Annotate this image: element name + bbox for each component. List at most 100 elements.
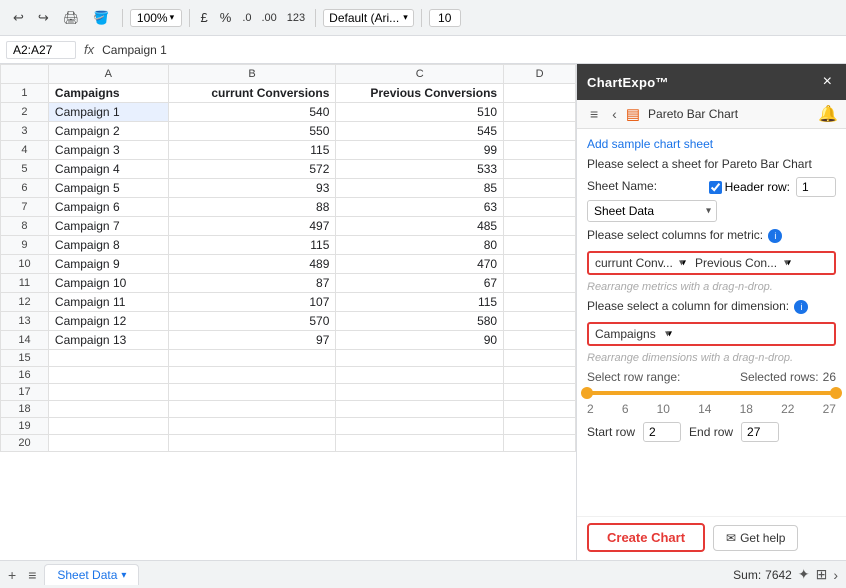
table-row[interactable]: 4Campaign 311599 [1, 141, 576, 160]
format-decimal-button[interactable]: .0 [239, 10, 254, 26]
table-row[interactable]: 2Campaign 1540510 [1, 103, 576, 122]
end-row-input[interactable] [741, 422, 779, 442]
cell-20-d[interactable] [504, 435, 576, 452]
print-button[interactable]: 🖨 [58, 7, 85, 29]
table-row[interactable]: 3Campaign 2550545 [1, 122, 576, 141]
cell-1-d[interactable] [504, 84, 576, 103]
cell-13-b[interactable]: 570 [168, 312, 336, 331]
metric-info-icon[interactable]: i [768, 229, 782, 243]
panel-menu-button[interactable]: ≡ [585, 104, 603, 124]
cell-13-c[interactable]: 580 [336, 312, 504, 331]
cell-1-c[interactable]: Previous Conversions [336, 84, 504, 103]
cell-10-c[interactable]: 470 [336, 255, 504, 274]
cell-3-c[interactable]: 545 [336, 122, 504, 141]
cell-3-b[interactable]: 550 [168, 122, 336, 141]
cell-6-d[interactable] [504, 179, 576, 198]
cell-4-d[interactable] [504, 141, 576, 160]
table-row[interactable]: 15 [1, 350, 576, 367]
table-row[interactable]: 11Campaign 108767 [1, 274, 576, 293]
cell-7-a[interactable]: Campaign 6 [48, 198, 168, 217]
metric-select-1[interactable]: currunt Conv... [595, 256, 689, 270]
slider-thumb-right[interactable] [830, 387, 842, 399]
cell-4-c[interactable]: 99 [336, 141, 504, 160]
cell-12-d[interactable] [504, 293, 576, 312]
panel-back-button[interactable]: ‹ [607, 104, 622, 124]
cell-17-c[interactable] [336, 384, 504, 401]
format-number-button[interactable]: 123 [284, 10, 308, 26]
redo-button[interactable]: ↪ [33, 7, 54, 29]
dimension-select[interactable]: Campaigns [595, 327, 675, 341]
cell-2-c[interactable]: 510 [336, 103, 504, 122]
cell-20-b[interactable] [168, 435, 336, 452]
sheets-icon-button[interactable]: ⊞ [816, 566, 828, 583]
cell-15-a[interactable] [48, 350, 168, 367]
cell-18-b[interactable] [168, 401, 336, 418]
cell-19-d[interactable] [504, 418, 576, 435]
table-row[interactable]: 5Campaign 4572533 [1, 160, 576, 179]
panel-close-button[interactable]: × [819, 73, 836, 91]
cell-18-a[interactable] [48, 401, 168, 418]
start-row-input[interactable] [643, 422, 681, 442]
cell-19-b[interactable] [168, 418, 336, 435]
cell-16-d[interactable] [504, 367, 576, 384]
table-row[interactable]: 10Campaign 9489470 [1, 255, 576, 274]
header-row-checkbox[interactable] [709, 181, 722, 194]
sheet-menu-button[interactable]: ≡ [24, 565, 40, 585]
cell-8-a[interactable]: Campaign 7 [48, 217, 168, 236]
cell-7-d[interactable] [504, 198, 576, 217]
cell-15-b[interactable] [168, 350, 336, 367]
cell-5-c[interactable]: 533 [336, 160, 504, 179]
table-row[interactable]: 14Campaign 139790 [1, 331, 576, 350]
cell-8-d[interactable] [504, 217, 576, 236]
cell-10-a[interactable]: Campaign 9 [48, 255, 168, 274]
cell-2-b[interactable]: 540 [168, 103, 336, 122]
table-row[interactable]: 17 [1, 384, 576, 401]
cell-9-c[interactable]: 80 [336, 236, 504, 255]
cell-20-a[interactable] [48, 435, 168, 452]
dimension-info-icon[interactable]: i [794, 300, 808, 314]
scroll-right-button[interactable]: › [833, 567, 838, 583]
sheet-table-wrap[interactable]: A B C D 1Campaignscurrunt ConversionsPre… [0, 64, 576, 560]
get-help-button[interactable]: ✉ Get help [713, 525, 798, 551]
explore-button[interactable]: ✦ [798, 566, 810, 583]
cell-1-a[interactable]: Campaigns [48, 84, 168, 103]
slider-wrap[interactable] [587, 386, 836, 400]
cell-12-a[interactable]: Campaign 11 [48, 293, 168, 312]
table-row[interactable]: 16 [1, 367, 576, 384]
cell-1-b[interactable]: currunt Conversions [168, 84, 336, 103]
table-row[interactable]: 6Campaign 59385 [1, 179, 576, 198]
cell-20-c[interactable] [336, 435, 504, 452]
cell-5-b[interactable]: 572 [168, 160, 336, 179]
cell-8-c[interactable]: 485 [336, 217, 504, 236]
cell-14-b[interactable]: 97 [168, 331, 336, 350]
font-selector[interactable]: Default (Ari... ▾ [323, 9, 414, 27]
table-row[interactable]: 7Campaign 68863 [1, 198, 576, 217]
slider-thumb-left[interactable] [581, 387, 593, 399]
format-paint-button[interactable]: 🪣 [88, 7, 114, 29]
cell-15-d[interactable] [504, 350, 576, 367]
cell-10-d[interactable] [504, 255, 576, 274]
cell-14-a[interactable]: Campaign 13 [48, 331, 168, 350]
cell-14-d[interactable] [504, 331, 576, 350]
cell-11-c[interactable]: 67 [336, 274, 504, 293]
cell-16-a[interactable] [48, 367, 168, 384]
table-row[interactable]: 8Campaign 7497485 [1, 217, 576, 236]
format-decimal2-button[interactable]: .00 [259, 10, 280, 26]
cell-11-d[interactable] [504, 274, 576, 293]
cell-3-a[interactable]: Campaign 2 [48, 122, 168, 141]
zoom-selector[interactable]: 100% ▾ [130, 9, 182, 27]
cell-reference[interactable]: A2:A27 [6, 41, 76, 59]
add-sheet-button[interactable]: + [4, 565, 20, 585]
cell-8-b[interactable]: 497 [168, 217, 336, 236]
cell-5-a[interactable]: Campaign 4 [48, 160, 168, 179]
create-chart-button[interactable]: Create Chart [587, 523, 705, 552]
cell-17-b[interactable] [168, 384, 336, 401]
cell-12-c[interactable]: 115 [336, 293, 504, 312]
cell-18-d[interactable] [504, 401, 576, 418]
cell-9-b[interactable]: 115 [168, 236, 336, 255]
table-row[interactable]: 12Campaign 11107115 [1, 293, 576, 312]
cell-9-a[interactable]: Campaign 8 [48, 236, 168, 255]
header-row-input[interactable] [796, 177, 836, 197]
table-row[interactable]: 13Campaign 12570580 [1, 312, 576, 331]
cell-18-c[interactable] [336, 401, 504, 418]
